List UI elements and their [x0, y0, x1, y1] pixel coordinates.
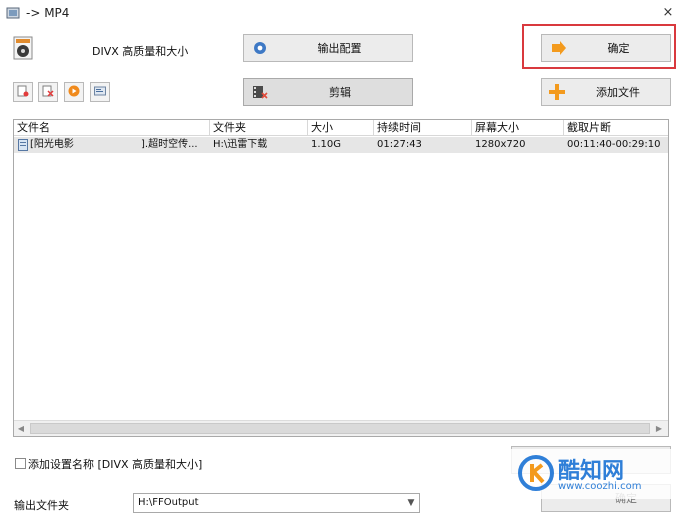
- cell-size: 1.10G: [311, 139, 342, 150]
- plus-icon: [548, 83, 566, 101]
- clip-film-icon: [252, 84, 268, 100]
- remove-item-icon: [17, 85, 29, 100]
- output-config-label: 输出配置: [317, 42, 362, 55]
- column-header-folder[interactable]: 文件夹: [210, 120, 308, 136]
- video-format-icon: [12, 36, 36, 62]
- horizontal-scrollbar[interactable]: ◀ ▶: [14, 420, 668, 436]
- app-icon: [6, 6, 20, 20]
- add-file-button[interactable]: 添加文件: [541, 78, 671, 106]
- add-file-label: 添加文件: [596, 86, 640, 99]
- column-header-clip[interactable]: 截取片断: [564, 120, 668, 136]
- cell-duration: 01:27:43: [377, 139, 422, 150]
- preset-name: DIVX 高质量和大小: [92, 45, 189, 58]
- window-title: -> MP4: [26, 6, 70, 20]
- scroll-right-icon[interactable]: ▶: [654, 424, 664, 434]
- cell-filename: [阳光电影: [30, 139, 74, 150]
- watermark-url: www.coozhi.com: [558, 481, 642, 492]
- media-info-icon: [94, 85, 106, 100]
- watermark-logo-icon: [518, 455, 554, 491]
- column-header-duration[interactable]: 持续时间: [374, 120, 472, 136]
- media-info-button[interactable]: [90, 82, 110, 102]
- clip-label: 剪辑: [329, 86, 351, 99]
- file-list-table[interactable]: 文件名 文件夹 大小 持续时间 屏幕大小 截取片断 [阳光电影 ].超时空传..…: [13, 119, 669, 437]
- column-header-size[interactable]: 大小: [308, 120, 374, 136]
- cell-resolution: 1280x720: [475, 139, 526, 150]
- clip-button[interactable]: 剪辑: [243, 78, 413, 106]
- close-button[interactable]: ×: [660, 5, 676, 21]
- output-folder-label: 输出文件夹: [14, 499, 69, 512]
- watermark: 酷知网 www.coozhi.com: [510, 449, 682, 499]
- add-preset-name-label: 添加设置名称 [DIVX 高质量和大小]: [28, 458, 203, 471]
- play-icon: [68, 85, 80, 100]
- column-header-resolution[interactable]: 屏幕大小: [472, 120, 564, 136]
- clear-list-button[interactable]: [38, 82, 58, 102]
- scrollbar-thumb[interactable]: [30, 423, 650, 434]
- output-folder-select[interactable]: H:\FFOutput: [133, 493, 420, 513]
- output-config-button[interactable]: 输出配置: [243, 34, 413, 62]
- title-bar: -> MP4 ×: [0, 0, 682, 26]
- clear-list-icon: [42, 85, 54, 100]
- table-row[interactable]: [阳光电影 ].超时空传... H:\迅雷下载 1.10G 01:27:43 1…: [14, 137, 668, 153]
- cell-folder: H:\迅雷下载: [213, 139, 268, 150]
- cell-filename-tail: ].超时空传...: [141, 139, 198, 150]
- play-button[interactable]: [64, 82, 84, 102]
- scroll-left-icon[interactable]: ◀: [16, 424, 26, 434]
- highlight-box: [522, 24, 676, 69]
- column-header-filename[interactable]: 文件名: [14, 120, 210, 136]
- table-header: 文件名 文件夹 大小 持续时间 屏幕大小 截取片断: [14, 120, 668, 136]
- settings-disc-icon: [253, 41, 267, 55]
- cell-clip-range: 00:11:40-00:29:10: [567, 139, 661, 150]
- add-preset-name-checkbox[interactable]: [15, 458, 26, 469]
- chevron-down-icon[interactable]: ▼: [402, 493, 420, 513]
- remove-item-button[interactable]: [13, 82, 33, 102]
